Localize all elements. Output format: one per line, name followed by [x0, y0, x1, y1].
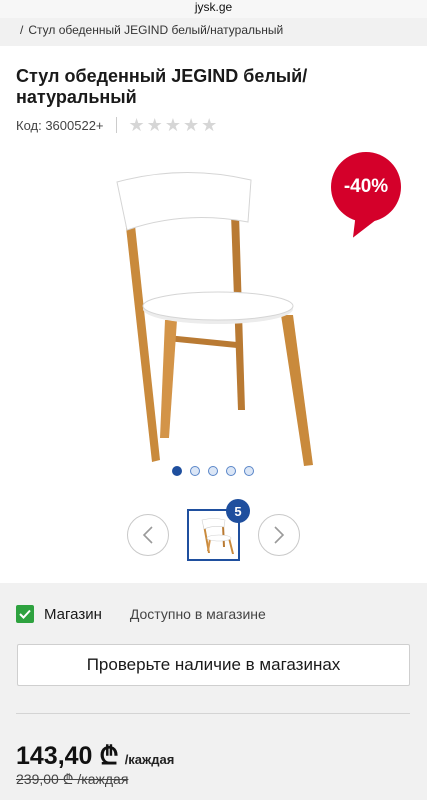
rating-stars[interactable]: ★ ★ ★ ★ ★ [129, 116, 218, 134]
star-icon: ★ [146, 115, 163, 135]
chevron-right-icon [274, 526, 285, 544]
gallery-dot[interactable] [244, 466, 254, 476]
gallery-dot[interactable] [226, 466, 236, 476]
breadcrumb-current[interactable]: Стул обеденный JEGIND белый/натуральный [28, 23, 283, 37]
gallery-dot[interactable] [208, 466, 218, 476]
old-price: 239,00 ₾ /каждая [16, 771, 129, 787]
gallery-dot[interactable] [190, 466, 200, 476]
availability-text: Доступно в магазине [129, 606, 266, 622]
store-availability-row: Магазин Доступно в магазине [16, 604, 266, 624]
price-unit: /каждая [124, 752, 175, 767]
divider [16, 713, 410, 714]
product-code: Код: 3600522+ [16, 117, 104, 133]
gallery-prev-button[interactable] [127, 514, 169, 556]
product-meta: Код: 3600522+ ★ ★ ★ ★ ★ [16, 116, 217, 134]
chair-icon [116, 172, 313, 466]
browser-url[interactable]: jysk.ge [0, 0, 427, 18]
store-label: Магазин [44, 605, 102, 623]
star-icon: ★ [201, 115, 218, 135]
star-icon: ★ [182, 115, 200, 135]
current-price: 143,40 ₾ [16, 742, 119, 770]
checkmark-icon [16, 605, 34, 623]
chevron-left-icon [142, 526, 153, 544]
product-image[interactable] [105, 170, 325, 470]
gallery-dots [172, 466, 254, 476]
breadcrumb-separator: / [20, 23, 24, 37]
star-icon: ★ [128, 115, 145, 135]
meta-divider [115, 117, 117, 133]
breadcrumb: / Стул обеденный JEGIND белый/натуральный [0, 18, 427, 46]
discount-badge: -40% [331, 152, 401, 222]
product-title: Стул обеденный JEGIND белый/ натуральный [16, 66, 308, 107]
check-stores-button[interactable]: Проверьте наличие в магазинах [17, 644, 410, 686]
gallery-next-button[interactable] [258, 514, 300, 556]
gallery-count-badge: 5 [226, 499, 250, 523]
star-icon: ★ [164, 115, 181, 135]
price-row: 143,40 ₾ /каждая [16, 738, 174, 772]
gallery-dot[interactable] [172, 466, 182, 476]
